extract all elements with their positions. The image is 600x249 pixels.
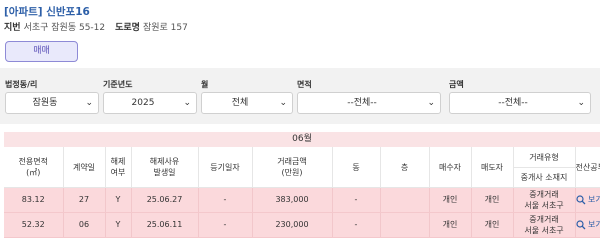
amount-select-value: --전체--	[498, 98, 528, 108]
amount-select[interactable]: --전체-- ⌄	[449, 92, 591, 114]
cell-cancel-date: 25.06.11	[131, 212, 199, 238]
filter-label-amount: 금액	[449, 80, 464, 89]
col-trade-type: 거래유형 중개사 소재지	[513, 147, 576, 188]
cell-area: 83.12	[4, 187, 64, 213]
filter-bar: 법정동/리 잠원동 ⌄ 기준년도 2025 ⌄ 월 전체 ⌄ 면적 --전체--…	[0, 68, 600, 124]
header: [아파트] 신반포16 지번 서초구 잠원동 55-12 도로명 잠원로 157	[4, 5, 596, 34]
cell-buyer: 개인	[429, 212, 472, 238]
trade-type-value: 중개거래	[529, 215, 559, 224]
cell-public-doc: 보기	[575, 187, 600, 213]
magnifier-icon	[575, 220, 585, 230]
month-heading: 06월	[4, 132, 600, 147]
month-select[interactable]: 전체 ⌄	[201, 92, 293, 114]
cell-floor	[380, 187, 430, 213]
cell-seller: 개인	[471, 187, 514, 213]
chevron-down-icon: ⌄	[183, 98, 191, 108]
filter-label-month: 월	[201, 80, 209, 89]
transaction-table: 전용면적 (㎡) 계약일 해제 여부 해제사유 발생일 등기일자 거래금액 (만…	[4, 147, 600, 238]
cell-contract-day: 06	[63, 212, 106, 238]
cell-area: 52.32	[4, 212, 64, 238]
cell-floor	[380, 212, 430, 238]
jibun-value: 서초구 잠원동 55-12	[23, 23, 106, 33]
area-select[interactable]: --전체-- ⌄	[297, 92, 441, 114]
cell-building: -	[332, 187, 381, 213]
chevron-down-icon: ⌄	[427, 98, 435, 108]
trade-type-button[interactable]: 매매	[5, 41, 78, 62]
address-line: 지번 서초구 잠원동 55-12 도로명 잠원로 157	[4, 22, 596, 34]
col-price: 거래금액 (만원)	[252, 147, 333, 188]
cell-trade-type: 중개거래 서울 서초구	[513, 212, 576, 238]
view-document-link[interactable]: 보기	[575, 220, 600, 230]
cell-contract-day: 27	[63, 187, 106, 213]
cell-cancel-flag: Y	[105, 187, 132, 213]
table-header-row: 전용면적 (㎡) 계약일 해제 여부 해제사유 발생일 등기일자 거래금액 (만…	[4, 147, 600, 188]
page-title: [아파트] 신반포16	[4, 6, 90, 18]
dong-select-value: 잠원동	[32, 98, 58, 108]
magnifier-icon	[575, 195, 585, 205]
jibun-label: 지번	[4, 23, 21, 33]
cell-cancel-date: 25.06.27	[131, 187, 199, 213]
cell-trade-type: 중개거래 서울 서초구	[513, 187, 576, 213]
col-building: 동	[332, 147, 381, 188]
view-label: 보기	[588, 220, 600, 230]
cell-price: 383,000	[252, 187, 333, 213]
road-label: 도로명	[115, 23, 140, 33]
cell-building: -	[332, 212, 381, 238]
cell-buyer: 개인	[429, 187, 472, 213]
filter-label-year: 기준년도	[103, 80, 133, 89]
cell-public-doc: 보기	[575, 212, 600, 238]
filter-label-area: 면적	[297, 80, 312, 89]
cell-register-date: -	[198, 187, 253, 213]
col-trade-type-bottom: 중개사 소재지	[520, 172, 568, 182]
cell-register-date: -	[198, 212, 253, 238]
trade-type-value: 중개거래	[529, 190, 559, 199]
col-area: 전용면적 (㎡)	[4, 147, 64, 188]
filter-label-dong: 법정동/리	[5, 80, 38, 89]
col-cancel-date: 해제사유 발생일	[131, 147, 199, 188]
col-floor: 층	[380, 147, 430, 188]
agent-location-value: 서울 서초구	[524, 201, 564, 210]
chevron-down-icon: ⌄	[577, 98, 585, 108]
dong-select[interactable]: 잠원동 ⌄	[5, 92, 99, 114]
road-value: 잠원로 157	[142, 23, 188, 33]
view-document-link[interactable]: 보기	[575, 195, 600, 205]
table-row: 83.12 27 Y 25.06.27 - 383,000 - 개인 개인 중개…	[4, 187, 600, 213]
cell-seller: 개인	[471, 212, 514, 238]
col-buyer: 매수자	[429, 147, 472, 188]
col-contract-day: 계약일	[63, 147, 106, 188]
chevron-down-icon: ⌄	[279, 98, 287, 108]
year-select[interactable]: 2025 ⌄	[103, 92, 197, 114]
col-public-doc: 전산공부	[575, 147, 600, 188]
col-cancel-flag: 해제 여부	[105, 147, 132, 188]
cell-price: 230,000	[252, 212, 333, 238]
cell-cancel-flag: Y	[105, 212, 132, 238]
year-select-value: 2025	[131, 98, 155, 108]
chevron-down-icon: ⌄	[85, 98, 93, 108]
col-seller: 매도자	[471, 147, 514, 188]
col-register-date: 등기일자	[198, 147, 253, 188]
col-trade-type-top: 거래유형	[513, 148, 575, 168]
area-select-value: --전체--	[347, 98, 377, 108]
table-row: 52.32 06 Y 25.06.11 - 230,000 - 개인 개인 중개…	[4, 212, 600, 238]
agent-location-value: 서울 서초구	[524, 226, 564, 235]
view-label: 보기	[588, 195, 600, 205]
month-select-value: 전체	[231, 98, 249, 108]
